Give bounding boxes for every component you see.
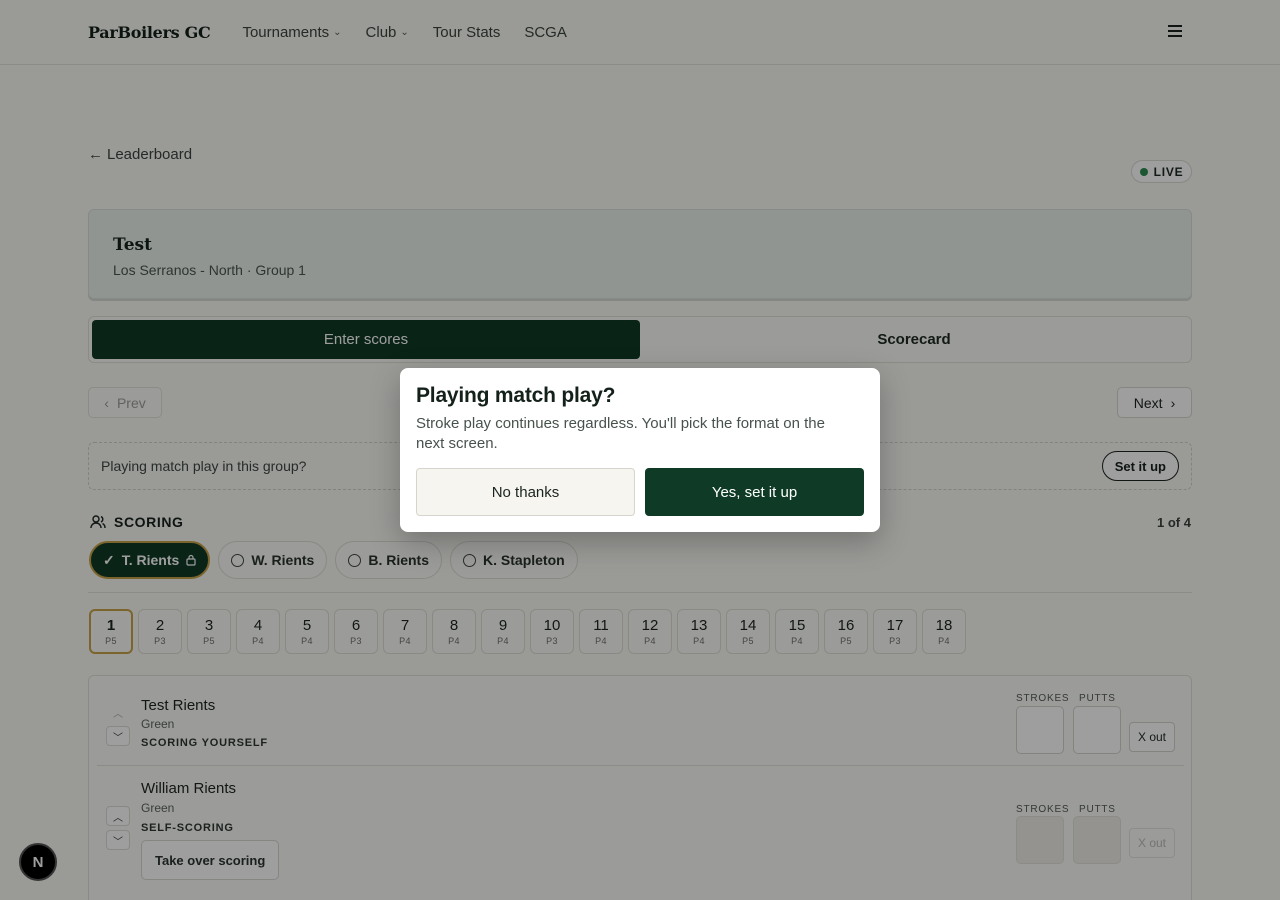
no-thanks-button[interactable]: No thanks: [416, 468, 635, 516]
dialog-body: Stroke play continues regardless. You'll…: [416, 415, 825, 452]
yes-set-it-up-button[interactable]: Yes, set it up: [645, 468, 864, 516]
dialog-title: Playing match play?: [416, 384, 616, 407]
match-play-dialog: Playing match play? Stroke play continue…: [400, 368, 880, 532]
dialog-actions: No thanks Yes, set it up: [416, 468, 864, 516]
